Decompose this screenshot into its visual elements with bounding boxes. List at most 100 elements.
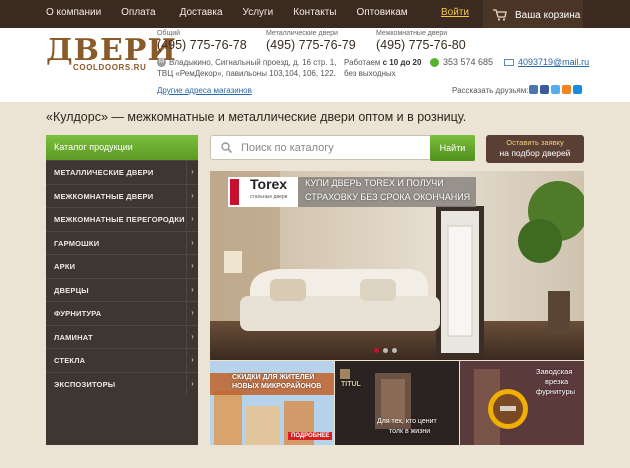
metro-icon: M	[157, 58, 166, 68]
icq-number: 353 574 685	[443, 57, 494, 67]
pagination-dot[interactable]	[374, 348, 379, 353]
sidebar-item-label: СТЕКЛА	[54, 356, 86, 365]
sidebar-item-label: ГАРМОШКИ	[54, 238, 100, 248]
facebook-icon[interactable]	[540, 85, 549, 94]
sidebar-item-partitions[interactable]: МЕЖКОМНАТНЫЕ ПЕРЕГОРОДКИ ›	[46, 207, 198, 231]
tile1-more-tag[interactable]: ПОДРОБНЕЕ	[288, 432, 333, 440]
sidebar-item-label: АРКИ	[54, 262, 76, 271]
odnoklassniki-icon[interactable]	[562, 85, 571, 94]
tile2-line1: Для тех, кто ценит	[377, 418, 437, 425]
nav-item-contacts[interactable]: Контакты	[293, 7, 336, 18]
sidebar-item-label: ЭКСПОЗИТОРЫ	[54, 379, 116, 389]
share-label: Рассказать друзьям:	[452, 86, 529, 95]
order-button-line1: Оставить заявку	[506, 138, 564, 147]
tile3-line3: фурнитуры	[536, 387, 576, 396]
vk-icon[interactable]	[529, 85, 538, 94]
cart-label: Ваша корзина	[515, 9, 581, 21]
logo-domain: COOLDOORS.RU	[73, 63, 147, 72]
banner-pagination	[374, 348, 397, 353]
site-logo[interactable]: ДВЕРИ COOLDOORS.RU	[46, 34, 176, 74]
sidebar-item-small-doors[interactable]: ДВЕРЦЫ ›	[46, 277, 198, 302]
cart-icon	[493, 9, 507, 21]
sidebar-item-label: ДВЕРЦЫ	[54, 285, 89, 295]
phone-label-interior: Межкомнатные двери	[376, 30, 448, 37]
banner-brand: Torex	[250, 176, 288, 192]
phone-label-metal: Металлические двери	[266, 30, 338, 37]
request-door-selection-button[interactable]: Оставить заявку на подбор дверей	[486, 135, 584, 163]
tile2-brand: TITUL	[341, 381, 361, 388]
hours-time: с 10 до 20	[382, 58, 422, 67]
search-placeholder: Поиск по каталогу	[241, 142, 334, 154]
promo-tile-new-districts[interactable]: СКИДКИ ДЛЯ ЖИТЕЛЕЙ НОВЫХ МИКРОРАЙОНОВ ПО…	[210, 361, 334, 445]
phone-interior: (495) 775-76-80	[376, 38, 466, 52]
icq-icon	[430, 57, 439, 67]
chevron-right-icon: ›	[186, 161, 198, 183]
nav-item-about[interactable]: О компании	[46, 7, 101, 18]
chevron-right-icon: ›	[186, 208, 198, 230]
address-line2: ТВЦ «РемДекор», павильоны 103,104, 106, …	[157, 69, 336, 78]
nav-item-wholesale[interactable]: Оптовикам	[356, 7, 407, 18]
sidebar-item-label: МЕЖКОМНАТНЫЕ ДВЕРИ	[54, 191, 154, 201]
chevron-right-icon: ›	[186, 302, 198, 324]
banner-brand-sub: стальные двери	[250, 194, 288, 200]
sidebar-item-glass[interactable]: СТЕКЛА ›	[46, 348, 198, 372]
icq-contact: 353 574 685	[430, 57, 493, 67]
promo-tile-factory-hardware[interactable]: Заводская врезка фурнитуры	[460, 361, 584, 445]
cart-button[interactable]: Ваша корзина	[483, 0, 583, 30]
tile3-line1: Заводская	[536, 367, 573, 376]
chevron-right-icon: ›	[186, 184, 198, 207]
nav-item-delivery[interactable]: Доставка	[180, 7, 223, 18]
mailru-icon[interactable]	[573, 85, 582, 94]
sidebar-item-label: МЕЖКОМНАТНЫЕ ПЕРЕГОРОДКИ	[54, 215, 185, 224]
page-tagline: «Кулдорс» — межкомнатные и металлические…	[46, 110, 467, 124]
phone-general: (495) 775-76-78	[157, 38, 247, 52]
promo-banner[interactable]: Torex стальные двери КУПИ ДВЕРЬ TOREX И …	[210, 171, 584, 360]
catalog-title[interactable]: Каталог продукции	[46, 135, 198, 160]
chevron-right-icon: ›	[186, 349, 198, 371]
search-button[interactable]: Найти	[430, 135, 475, 161]
banner-headline-2: СТРАХОВКУ БЕЗ СРОКА ОКОНЧАНИЯ	[305, 192, 471, 202]
sidebar-item-label: ФУРНИТУРА	[54, 309, 102, 318]
tile2-line2: толк в жизни	[389, 428, 431, 435]
tile1-line1: СКИДКИ ДЛЯ ЖИТЕЛЕЙ	[232, 374, 315, 381]
chevron-right-icon: ›	[186, 278, 198, 301]
tile1-line2: НОВЫХ МИКРОРАЙОНОВ	[232, 383, 322, 390]
pagination-dot[interactable]	[392, 348, 397, 353]
working-hours: Работаем с 10 до 20 без выходных	[344, 57, 421, 79]
main-nav: О компании Оплата Доставка Услуги Контак…	[46, 7, 428, 18]
chevron-right-icon: ›	[186, 255, 198, 277]
twitter-icon[interactable]	[551, 85, 560, 94]
phone-metal: (495) 775-76-79	[266, 38, 356, 52]
other-addresses-link[interactable]: Другие адреса магазинов	[157, 86, 252, 95]
sidebar-item-laminate[interactable]: ЛАМИНАТ ›	[46, 324, 198, 349]
sidebar-item-label: МЕТАЛЛИЧЕСКИЕ ДВЕРИ	[54, 168, 154, 177]
mail-icon	[504, 58, 514, 66]
address-line1: Владыкино, Сигнальный проезд, д. 16 стр.…	[169, 58, 337, 67]
hours-prefix: Работаем	[344, 58, 383, 67]
sidebar-item-label: ЛАМИНАТ	[54, 332, 93, 342]
order-button-line2: на подбор дверей	[499, 148, 571, 158]
search-icon	[221, 142, 232, 153]
sidebar-item-interior-doors[interactable]: МЕЖКОМНАТНЫЕ ДВЕРИ ›	[46, 183, 198, 208]
tile3-line2: врезка	[545, 377, 569, 386]
chevron-right-icon: ›	[186, 372, 198, 395]
sidebar-item-displays[interactable]: ЭКСПОЗИТОРЫ ›	[46, 371, 198, 396]
chevron-right-icon: ›	[186, 325, 198, 348]
sidebar-item-metal-doors[interactable]: МЕТАЛЛИЧЕСКИЕ ДВЕРИ ›	[46, 160, 198, 184]
email-link[interactable]: 4093719@mail.ru	[518, 57, 589, 67]
address: M Владыкино, Сигнальный проезд, д. 16 стр…	[157, 57, 336, 79]
catalog-sidebar: Каталог продукции МЕТАЛЛИЧЕСКИЕ ДВЕРИ › М…	[46, 135, 198, 445]
login-link[interactable]: Войти	[441, 7, 469, 18]
pagination-dot[interactable]	[383, 348, 388, 353]
promo-tile-titul[interactable]: TITUL Для тех, кто ценит толк в жизни	[335, 361, 459, 445]
nav-item-services[interactable]: Услуги	[243, 7, 274, 18]
hours-days: без выходных	[344, 69, 396, 78]
email-contact[interactable]: 4093719@mail.ru	[504, 57, 589, 67]
chevron-right-icon: ›	[186, 231, 198, 254]
sidebar-item-hardware[interactable]: ФУРНИТУРА ›	[46, 301, 198, 325]
sidebar-item-arches[interactable]: АРКИ ›	[46, 254, 198, 278]
banner-headline-1: КУПИ ДВЕРЬ TOREX И ПОЛУЧИ	[305, 178, 444, 188]
nav-item-payment[interactable]: Оплата	[121, 7, 155, 18]
sidebar-item-folding[interactable]: ГАРМОШКИ ›	[46, 230, 198, 255]
phone-label-general: Общий	[157, 30, 181, 37]
